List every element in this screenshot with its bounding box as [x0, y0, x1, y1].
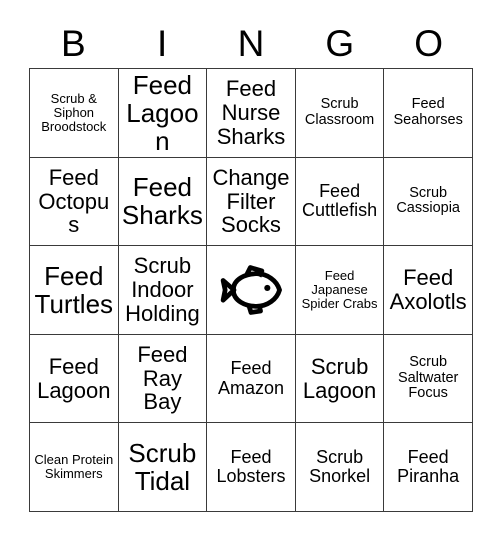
bingo-cell-label: Scrub Lagoon — [302, 353, 377, 403]
bingo-free-space-cell[interactable] — [207, 246, 296, 335]
bingo-cell[interactable]: Feed Lobsters — [207, 423, 296, 512]
header-letter-n: N — [237, 22, 265, 64]
bingo-cell[interactable]: Feed Japanese Spider Crabs — [295, 246, 385, 335]
bingo-cell[interactable]: Scrub Saltwater Focus — [384, 334, 473, 424]
bingo-cell-label: Feed Octopus — [38, 164, 110, 238]
bingo-cell[interactable]: Feed Octopus — [30, 157, 119, 247]
bingo-cell[interactable]: Feed Nurse Sharks — [207, 69, 296, 158]
bingo-cell-label: Feed Sharks — [121, 172, 203, 231]
bingo-cell[interactable]: Scrub Tidal — [118, 423, 208, 512]
bingo-cell-label: Change Filter Socks — [212, 164, 290, 238]
bingo-cell-label: Feed Amazon — [217, 358, 284, 398]
bingo-cell[interactable]: Scrub Snorkel — [295, 423, 385, 512]
bingo-row: Feed Turtles Scrub Indoor Holding Feed Jap… — [30, 246, 473, 335]
bingo-cell[interactable]: Scrub Indoor Holding — [118, 246, 208, 335]
bingo-cell[interactable]: Feed Sharks — [118, 157, 208, 247]
header-letter-g: G — [325, 22, 355, 64]
bingo-row: Scrub & Siphon Broodstock Feed Lagoon Feed… — [30, 69, 473, 158]
bingo-cell-label: Feed Lobsters — [216, 446, 286, 487]
bingo-cell[interactable]: Scrub Lagoon — [295, 334, 385, 424]
bingo-header-row: B I N G O — [29, 18, 473, 68]
bingo-cell-label: Feed Lagoon — [37, 353, 111, 403]
bingo-cell[interactable]: Feed Seahorses — [384, 69, 473, 158]
bingo-cell[interactable]: Feed Lagoon — [30, 334, 119, 424]
bingo-cell-label: Feed Cuttlefish — [302, 180, 378, 221]
bingo-cell[interactable]: Scrub & Siphon Broodstock — [30, 69, 119, 158]
bingo-cell-label: Scrub Saltwater Focus — [397, 354, 459, 402]
bingo-cell[interactable]: Change Filter Socks — [207, 157, 296, 247]
bingo-cell-label: Clean Protein Skimmers — [34, 452, 114, 482]
bingo-cell[interactable]: Feed Lagoon — [118, 69, 208, 158]
bingo-cell[interactable]: Feed Axolotls — [384, 246, 473, 335]
bingo-cell-label: Feed Lagoon — [126, 69, 199, 156]
bingo-cell[interactable]: Feed Amazon — [207, 334, 296, 424]
bingo-cell[interactable]: Clean Protein Skimmers — [30, 423, 119, 512]
bingo-cell-label: Feed Nurse Sharks — [216, 76, 286, 149]
fish-icon — [220, 265, 282, 315]
bingo-cell-label: Feed Japanese Spider Crabs — [301, 267, 378, 311]
bingo-grid: Scrub & Siphon Broodstock Feed Lagoon Feed… — [29, 68, 473, 512]
header-letter-o: O — [414, 22, 443, 64]
bingo-cell[interactable]: Scrub Cassiopia — [384, 157, 473, 247]
bingo-cell-label: Scrub & Siphon Broodstock — [41, 90, 107, 134]
header-letter-b: B — [61, 22, 86, 64]
bingo-card: B I N G O Scrub & Siphon Broodstock Feed … — [29, 18, 473, 512]
bingo-cell-label: Feed Turtles — [34, 260, 114, 319]
bingo-cell[interactable]: Feed Ray Bay — [118, 334, 208, 424]
bingo-row: Feed Octopus Feed Sharks Change Filter Soc… — [30, 157, 473, 247]
header-letter-i: I — [157, 22, 168, 64]
bingo-cell-label: Feed Piranha — [397, 446, 460, 487]
bingo-cell-label: Scrub Classroom — [304, 96, 375, 128]
bingo-cell-label: Feed Seahorses — [393, 96, 463, 128]
bingo-cell-label: Scrub Snorkel — [309, 446, 371, 487]
bingo-cell-label: Scrub Cassiopia — [396, 184, 460, 217]
bingo-cell[interactable]: Feed Turtles — [30, 246, 119, 335]
bingo-cell-label: Feed Axolotls — [389, 265, 467, 314]
bingo-row: Feed Lagoon Feed Ray Bay Feed Amazon Scrub … — [30, 334, 473, 424]
bingo-cell-label: Feed Ray Bay — [137, 341, 188, 415]
bingo-cell[interactable]: Feed Piranha — [384, 423, 473, 512]
bingo-cell[interactable]: Feed Cuttlefish — [295, 157, 385, 247]
bingo-cell[interactable]: Scrub Classroom — [295, 69, 385, 158]
bingo-cell-label: Scrub Indoor Holding — [125, 253, 200, 326]
bingo-row: Clean Protein Skimmers Scrub Tidal Feed Lo… — [30, 423, 473, 512]
bingo-cell-label: Scrub Tidal — [128, 438, 197, 497]
